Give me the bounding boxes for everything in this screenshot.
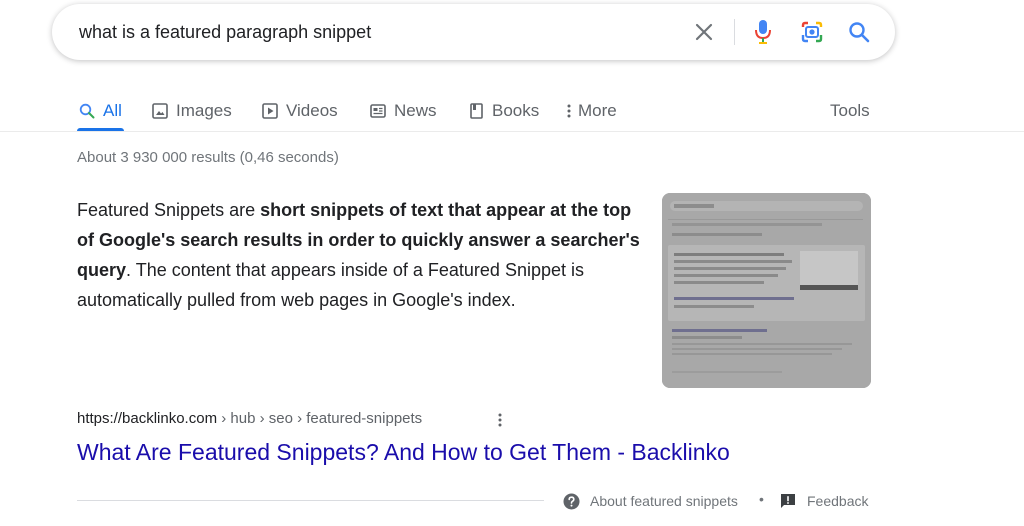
footer-divider [77, 500, 544, 501]
search-input[interactable] [79, 4, 679, 60]
search-icon [77, 101, 97, 121]
snippet-thumbnail-image[interactable] [662, 193, 871, 388]
active-tab-indicator [77, 128, 124, 131]
result-title-link[interactable]: What Are Featured Snippets? And How to G… [77, 439, 730, 466]
tools-button[interactable]: Tools [830, 96, 870, 126]
more-vert-icon [498, 413, 502, 427]
about-featured-snippets-link[interactable]: About featured snippets [563, 491, 738, 511]
tab-videos[interactable]: Videos [260, 96, 338, 126]
tools-label: Tools [830, 101, 870, 120]
search-button[interactable] [845, 18, 873, 46]
snippet-thumbnail-graphic [662, 193, 871, 388]
result-domain: https://backlinko.com [77, 410, 218, 427]
feedback-link[interactable]: Feedback [780, 491, 868, 511]
tab-label: More [578, 101, 617, 120]
search-by-image-button[interactable] [798, 18, 826, 46]
footer-separator: • [759, 491, 764, 507]
tab-label: All [103, 101, 122, 120]
result-stats: About 3 930 000 results (0,46 seconds) [77, 149, 339, 166]
result-path: › hub › seo › featured-snippets [217, 410, 423, 427]
feedback-label: Feedback [807, 493, 869, 509]
featured-snippet-text: Featured Snippets are short snippets of … [77, 195, 652, 315]
search-tabs: All Images Videos News Books More Tools [0, 88, 1024, 132]
result-options-button[interactable] [492, 410, 508, 430]
camera-lens-icon [801, 21, 823, 43]
close-icon [695, 23, 713, 41]
search-bar [52, 4, 895, 60]
search-bar-divider [734, 19, 735, 45]
image-icon [150, 101, 170, 121]
snippet-text-part: . The content that appears inside of a F… [77, 260, 584, 310]
tab-all[interactable]: All [77, 96, 122, 126]
clear-search-button[interactable] [690, 18, 718, 46]
result-url-breadcrumb[interactable]: https://backlinko.com › hub › seo › feat… [77, 410, 422, 427]
news-icon [368, 101, 388, 121]
about-featured-snippets-label: About featured snippets [590, 493, 738, 509]
snippet-text-part: Featured Snippets are [77, 200, 261, 220]
search-icon [849, 22, 870, 43]
voice-search-button[interactable] [749, 18, 777, 46]
video-icon [260, 101, 280, 121]
feedback-icon [780, 493, 796, 509]
tab-images[interactable]: Images [150, 96, 232, 126]
tab-label: Images [176, 101, 232, 120]
tab-more[interactable]: More [564, 96, 617, 126]
microphone-icon [755, 20, 771, 44]
tab-news[interactable]: News [368, 96, 437, 126]
tab-label: News [394, 101, 437, 120]
help-icon [563, 493, 580, 510]
book-icon [466, 101, 486, 121]
tab-label: Videos [286, 101, 338, 120]
tab-label: Books [492, 101, 540, 120]
tab-books[interactable]: Books [466, 96, 539, 126]
more-vert-icon [564, 101, 574, 121]
